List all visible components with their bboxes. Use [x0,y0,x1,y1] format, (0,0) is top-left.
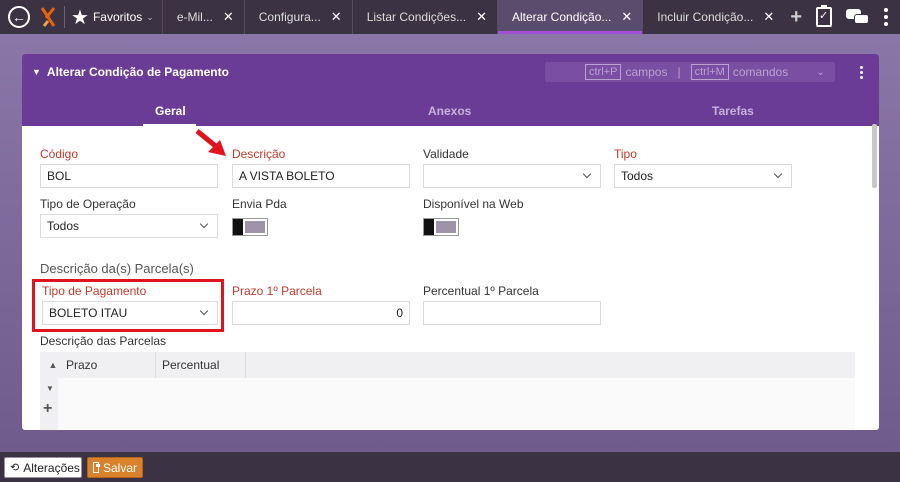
divider [64,6,65,28]
tab-alterar-condicao[interactable]: Alterar Condição... ✕ [497,0,643,34]
alteracoes-button[interactable]: ⟲ Alterações [4,457,82,478]
annotation-arrow-icon [195,129,226,156]
tab-tarefas[interactable]: Tarefas [712,104,754,118]
top-bar: ← ★ Favoritos ⌄ e-Mil... ✕ Configura... … [0,0,900,34]
shortcut-fields-label: campos [625,65,668,79]
descricao-parcelas-label: Descrição das Parcelas [40,334,167,348]
more-vertical-icon[interactable] [884,8,888,26]
tab-label: Listar Condições... [366,10,467,24]
save-label: Salvar [102,460,137,475]
highlight-box [32,279,224,332]
expand-down-icon[interactable]: ▼ [46,384,54,393]
top-actions: + [790,0,900,34]
shortcut-separator: | [677,65,681,79]
shortcut-bar[interactable]: ctrl+P campos | ctrl+M comandos ⌄ [545,62,835,82]
alteracoes-label: Alterações [23,460,80,475]
collapse-icon[interactable]: ▼ [32,67,41,77]
prazo-input[interactable]: 0 [232,301,410,325]
envia-pda-toggle[interactable] [232,218,268,236]
tab-configura[interactable]: Configura... ✕ [243,0,352,34]
tab-incluir-condicao[interactable]: Incluir Condição... ✕ [642,0,784,34]
tab-label: Alterar Condição... [512,10,612,24]
favorites-menu[interactable]: ★ Favoritos ⌄ [71,5,154,30]
tipo-select[interactable]: Todos [614,164,792,188]
column-percentual[interactable]: Percentual [156,352,246,378]
prazo-label: Prazo 1º Parcela [232,284,322,298]
history-icon: ⟲ [10,462,20,474]
panel-tabs: Geral Anexos Tarefas [22,98,879,127]
shortcut-commands-key: ctrl+M [690,64,729,80]
shortcut-commands-label: comandos [732,65,789,79]
percentual-label: Percentual 1º Parcela [423,284,539,298]
add-row-icon[interactable]: + [43,400,52,418]
grid-row-controls: ▼ + [40,378,58,430]
tab-geral[interactable]: Geral [143,104,196,127]
close-icon[interactable]: ✕ [763,9,774,25]
close-icon[interactable]: ✕ [331,9,342,25]
tab-label: e-Mil... [176,10,213,24]
column-prazo[interactable]: Prazo [66,352,156,378]
close-icon[interactable]: ✕ [223,9,234,25]
tab-label: Configura... [258,10,321,24]
scrollbar[interactable] [872,124,877,188]
app-logo-icon[interactable] [40,6,56,28]
panel-title[interactable]: ▼ Alterar Condição de Pagamento [32,65,229,79]
tab-emil[interactable]: e-Mil... ✕ [161,0,244,34]
tab-label: Incluir Condição... [657,10,754,24]
star-icon: ★ [71,6,89,29]
grid-header: ▲ Prazo Percentual [40,352,855,378]
validade-label: Validade [423,147,469,161]
close-icon[interactable]: ✕ [476,9,487,25]
section-parcelas: Descrição da(s) Parcela(s) [40,261,194,276]
tipo-label: Tipo [614,147,637,161]
sort-up-icon[interactable]: ▲ [40,360,66,370]
tab-listar-condicoes[interactable]: Listar Condições... ✕ [351,0,497,34]
percentual-input[interactable] [423,301,601,325]
panel-header: ▼ Alterar Condição de Pagamento ctrl+P c… [22,54,879,127]
favorites-label: Favoritos [92,10,143,24]
codigo-input[interactable]: BOL [40,164,218,188]
chat-icon[interactable] [846,9,870,25]
chevron-down-icon: ⌄ [146,11,154,22]
bottom-bar: ⟲ Alterações Salvar [0,452,900,482]
save-button[interactable]: Salvar [87,457,143,478]
validade-select[interactable] [423,164,601,188]
envia-pda-label: Envia Pda [232,197,287,211]
codigo-label: Código [40,147,79,161]
close-icon[interactable]: ✕ [621,9,632,25]
save-icon [93,462,100,473]
clipboard-check-icon[interactable] [816,5,832,27]
descricao-label: Descrição [232,147,286,161]
disponivel-web-label: Disponível na Web [423,197,524,211]
chevron-down-icon[interactable]: ⌄ [816,67,824,78]
disponivel-web-toggle[interactable] [423,218,459,236]
panel-menu-icon[interactable] [860,66,863,79]
tipo-operacao-label: Tipo de Operação [40,197,136,211]
tab-anexos[interactable]: Anexos [428,104,471,118]
shortcut-fields-key: ctrl+P [585,64,622,80]
descricao-input[interactable]: A VISTA BOLETO [232,164,410,188]
parcelas-grid: ▲ Prazo Percentual ▼ + [40,352,855,430]
panel-title-text: Alterar Condição de Pagamento [46,65,229,79]
back-icon[interactable]: ← [8,6,30,28]
tipo-operacao-select[interactable]: Todos [40,214,218,238]
add-tab-icon[interactable]: + [790,6,802,29]
